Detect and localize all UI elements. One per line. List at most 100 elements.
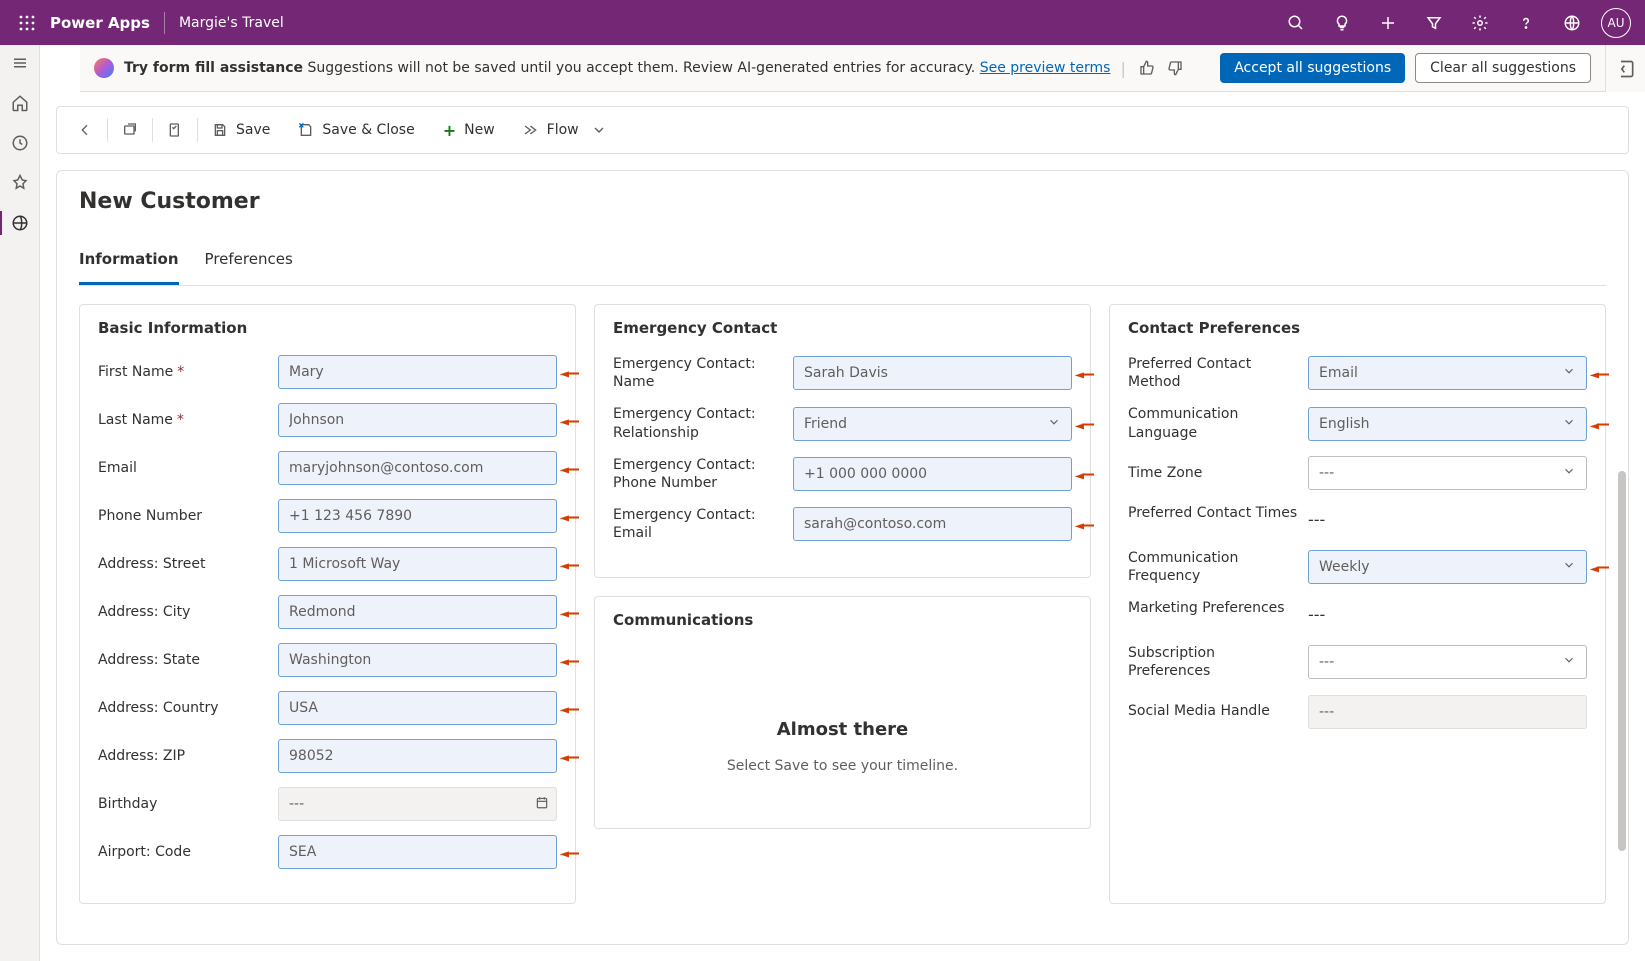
open-new-window-button[interactable]: [108, 107, 152, 153]
suggestion-arrow-icon: [560, 459, 579, 478]
save-button[interactable]: Save: [198, 107, 284, 153]
phone-input[interactable]: [278, 499, 557, 533]
banner-msg: Suggestions will not be saved until you …: [303, 60, 980, 76]
recent-icon[interactable]: [8, 131, 32, 155]
divider: [164, 12, 165, 34]
pref-freq-select[interactable]: Weekly: [1308, 550, 1587, 584]
last-name-input[interactable]: [278, 403, 557, 437]
accept-all-button[interactable]: Accept all suggestions: [1220, 53, 1405, 83]
help-icon[interactable]: [1503, 0, 1549, 45]
ec-name-label: Emergency Contact: Name: [613, 355, 783, 391]
pin-icon[interactable]: [8, 171, 32, 195]
ec-email-input[interactable]: [793, 507, 1072, 541]
plus-icon[interactable]: [1365, 0, 1411, 45]
filter-icon[interactable]: [1411, 0, 1457, 45]
save-close-button[interactable]: Save & Close: [284, 107, 428, 153]
section-title: Communications: [613, 611, 1072, 629]
street-input[interactable]: [278, 547, 557, 581]
app-launcher-icon[interactable]: [10, 6, 44, 40]
pref-tz-label: Time Zone: [1128, 464, 1298, 482]
save-label: Save: [236, 122, 270, 138]
pref-sub-select[interactable]: ---: [1308, 645, 1587, 679]
phone-label: Phone Number: [98, 507, 268, 525]
ec-rel-select[interactable]: Friend: [793, 407, 1072, 441]
last-name-label: Last Name: [98, 412, 173, 428]
pref-sub-label: Subscription Preferences: [1128, 644, 1298, 680]
ec-phone-input[interactable]: [793, 457, 1072, 491]
copilot-icon: [94, 58, 114, 78]
airport-input[interactable]: [278, 835, 557, 869]
airport-label: Airport: Code: [98, 843, 268, 861]
home-icon[interactable]: [8, 91, 32, 115]
ec-email-label: Emergency Contact: Email: [613, 506, 783, 542]
tab-information[interactable]: Information: [79, 240, 179, 285]
banner-bold: Try form fill assistance: [124, 60, 303, 76]
app-name-label[interactable]: Margie's Travel: [179, 15, 284, 31]
empty-state-subtitle: Select Save to see your timeline.: [613, 758, 1072, 774]
first-name-label: First Name: [98, 364, 173, 380]
suggestion-arrow-icon: [560, 411, 579, 430]
plus-icon: +: [443, 121, 456, 140]
search-icon[interactable]: [1273, 0, 1319, 45]
email-input[interactable]: [278, 451, 557, 485]
lightbulb-icon[interactable]: [1319, 0, 1365, 45]
city-label: Address: City: [98, 603, 268, 621]
back-button[interactable]: [63, 107, 107, 153]
zip-input[interactable]: [278, 739, 557, 773]
globe-icon[interactable]: [1549, 0, 1595, 45]
section-title: Basic Information: [98, 319, 557, 337]
pref-method-label: Preferred Contact Method: [1128, 355, 1298, 391]
state-input[interactable]: [278, 643, 557, 677]
suggestion-arrow-icon: [560, 747, 579, 766]
nav-collapse-icon[interactable]: [8, 51, 32, 75]
section-contact-preferences: Contact Preferences Preferred Contact Me…: [1109, 304, 1606, 904]
vertical-scrollbar[interactable]: [1618, 471, 1626, 851]
pref-tz-select[interactable]: ---: [1308, 456, 1587, 490]
suggestion-arrow-icon: [560, 603, 579, 622]
calendar-icon[interactable]: [535, 795, 549, 814]
banner-text: Try form fill assistance Suggestions wil…: [124, 60, 1110, 76]
gear-icon[interactable]: [1457, 0, 1503, 45]
tab-preferences[interactable]: Preferences: [205, 240, 293, 285]
pref-marketing-label: Marketing Preferences: [1128, 599, 1298, 617]
pref-social-input[interactable]: ---: [1308, 695, 1587, 729]
new-button[interactable]: +New: [429, 107, 509, 153]
chevron-down-icon: [1562, 364, 1576, 382]
birthday-input[interactable]: ---: [278, 787, 557, 821]
flow-button[interactable]: Flow: [509, 107, 621, 153]
suggestion-arrow-icon: [1590, 364, 1609, 383]
state-label: Address: State: [98, 651, 268, 669]
copilot-panel-toggle[interactable]: [1605, 45, 1645, 92]
suggestion-arrow-icon: [560, 699, 579, 718]
preview-terms-link[interactable]: See preview terms: [980, 60, 1111, 76]
form-page: New Customer Information Preferences Bas…: [56, 170, 1629, 945]
form-tabs: Information Preferences: [79, 240, 1606, 286]
pref-method-select[interactable]: Email: [1308, 356, 1587, 390]
check-button[interactable]: [153, 107, 197, 153]
street-label: Address: Street: [98, 555, 268, 573]
suggestion-arrow-icon: [1075, 515, 1094, 534]
ec-name-input[interactable]: [793, 356, 1072, 390]
required-marker: *: [177, 412, 184, 428]
pref-times-value[interactable]: ---: [1308, 504, 1587, 535]
country-label: Address: Country: [98, 699, 268, 717]
section-emergency-contact: Emergency Contact Emergency Contact: Nam…: [594, 304, 1091, 578]
chevron-down-icon: [1562, 653, 1576, 671]
pref-lang-select[interactable]: English: [1308, 407, 1587, 441]
thumbs-down-icon[interactable]: [1164, 57, 1186, 79]
suggestion-arrow-icon: [1590, 557, 1609, 576]
clear-all-button[interactable]: Clear all suggestions: [1415, 53, 1591, 83]
section-title: Contact Preferences: [1128, 319, 1587, 337]
city-input[interactable]: [278, 595, 557, 629]
country-input[interactable]: [278, 691, 557, 725]
first-name-input[interactable]: [278, 355, 557, 389]
ec-rel-label: Emergency Contact: Relationship: [613, 405, 783, 441]
pref-lang-label: Communication Language: [1128, 405, 1298, 441]
user-avatar[interactable]: AU: [1601, 8, 1631, 38]
suggestion-arrow-icon: [1590, 414, 1609, 433]
pref-marketing-value[interactable]: ---: [1308, 599, 1587, 630]
ec-phone-label: Emergency Contact: Phone Number: [613, 456, 783, 492]
customers-nav-icon[interactable]: [8, 211, 32, 235]
suggestion-arrow-icon: [560, 507, 579, 526]
thumbs-up-icon[interactable]: [1136, 57, 1158, 79]
